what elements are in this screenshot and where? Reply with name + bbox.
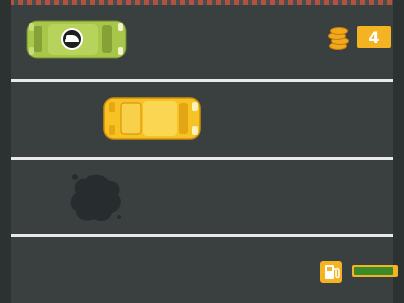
fuel-gauge — [352, 265, 398, 277]
lane-line — [11, 157, 393, 160]
road-right-border — [393, 0, 404, 303]
coin-stack-icon — [327, 24, 349, 50]
lane-line — [11, 234, 393, 237]
enemy-car — [103, 97, 201, 140]
fuel-pump-icon — [320, 261, 342, 283]
oil-spill — [70, 174, 121, 221]
road-left-border — [0, 0, 11, 303]
road-top-edge — [0, 0, 404, 5]
game-scene[interactable]: 4 — [0, 0, 404, 303]
fuel-gauge-fill — [354, 267, 393, 275]
lane-line — [11, 79, 393, 82]
coin-counter: 4 — [357, 26, 391, 48]
helmet-icon — [61, 28, 83, 50]
coin-count: 4 — [368, 27, 380, 47]
player-car[interactable] — [26, 18, 128, 60]
